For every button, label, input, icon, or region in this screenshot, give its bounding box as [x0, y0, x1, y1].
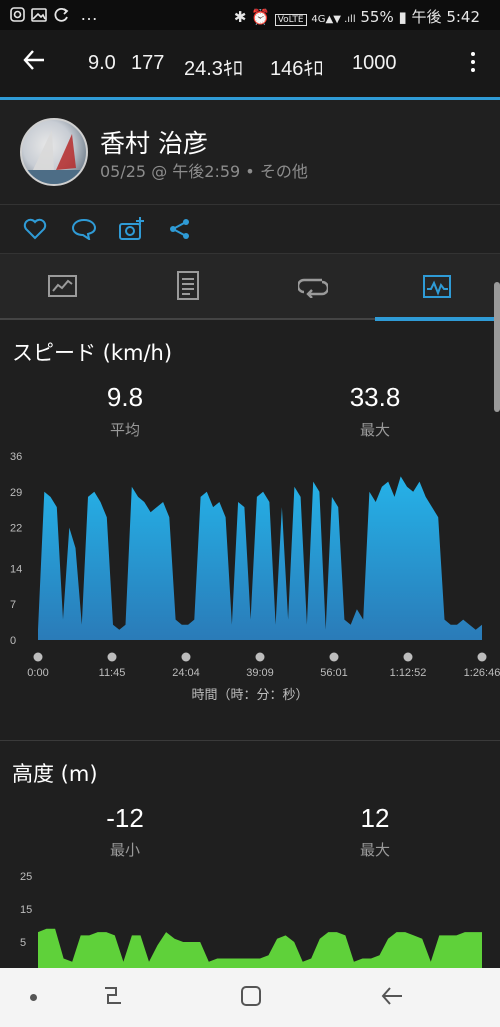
header-metric-5: 1000: [352, 52, 397, 74]
altitude-y-tick: 5: [20, 937, 26, 949]
dot-icon[interactable]: [30, 994, 37, 1001]
active-tab-indicator: [375, 317, 495, 321]
speed-x-tick-dot: [33, 652, 43, 662]
speed-y-tick: 0: [10, 635, 16, 647]
activity-date: 05/25 @ 午後2:59 • その他: [100, 162, 308, 181]
home-icon[interactable]: [240, 985, 262, 1012]
speed-chart: 36 29 22 14 7 0 0:00 11:45 24:04 39:09 56:01 1:12:5…: [10, 451, 500, 679]
battery-percent: 55%: [360, 8, 394, 26]
altitude-series-area: [38, 928, 482, 968]
speed-y-tick: 22: [10, 523, 22, 535]
chart-card-icon: [48, 275, 77, 297]
speed-y-tick: 14: [10, 563, 22, 575]
speed-series-area: [38, 476, 482, 640]
speed-x-tick-dot: [181, 652, 191, 662]
overflow-menu-icon[interactable]: [468, 52, 478, 76]
graph-icon: [423, 275, 451, 298]
speed-x-tick-label: 11:45: [99, 667, 126, 679]
header-metric-1: 9.0: [88, 52, 116, 74]
speed-x-tick-label: 56:01: [320, 667, 348, 679]
speed-x-tick-label: 0:00: [27, 667, 48, 679]
app-bar: [0, 30, 500, 98]
document-icon: [177, 271, 199, 300]
altitude-y-tick: 25: [20, 871, 32, 883]
speed-x-tick-label: 1:12:52: [390, 667, 427, 679]
add-photo-icon[interactable]: [118, 216, 146, 247]
alarm-icon: ⏰: [251, 8, 270, 26]
speed-x-tick-label: 39:09: [246, 667, 274, 679]
altitude-max-label: 最大: [359, 841, 390, 859]
status-right: ✱ ⏰ VoLTE 4G▲▼ .ıll 55% ▮ 午後 5:42: [234, 6, 480, 27]
athlete-name: 香村 治彦: [100, 129, 208, 158]
altitude-chart: 25 15 5: [20, 871, 482, 968]
speed-y-tick: 36: [10, 451, 22, 463]
tab-graphs[interactable]: [423, 275, 451, 304]
speed-x-axis-label: 時間（時：分：秒）: [191, 688, 309, 703]
tab-details[interactable]: [177, 271, 199, 306]
altitude-y-tick: 15: [20, 904, 32, 916]
speed-x-tick-dot: [107, 652, 117, 662]
speed-title: スピード (km/h): [12, 341, 173, 365]
speed-y-tick: 29: [10, 487, 22, 499]
gallery-icon: [31, 8, 47, 22]
back-nav-icon[interactable]: [380, 985, 404, 1012]
altitude-min-value: -12: [106, 803, 144, 833]
speed-max-label: 最大: [359, 421, 390, 439]
tab-laps[interactable]: [296, 276, 330, 303]
altitude-max-value: 12: [360, 803, 390, 833]
recents-icon[interactable]: [102, 985, 124, 1012]
speed-x-tick-label: 1:26:46: [464, 667, 500, 679]
altitude-title: 高度 (m): [12, 762, 98, 786]
speed-x-tick-label: 24:04: [172, 667, 200, 679]
speed-x-tick-dot: [477, 652, 487, 662]
signal-icon: 4G▲▼ .ıll: [311, 14, 356, 25]
comment-icon[interactable]: [71, 218, 97, 245]
clock: 午後 5:42: [411, 8, 480, 26]
header-metric-4: 146ｷﾛ: [270, 58, 324, 80]
back-button[interactable]: [22, 48, 46, 78]
sync-icon: [54, 7, 69, 22]
speed-x-tick-dot: [329, 652, 339, 662]
speed-y-tick: 7: [10, 599, 16, 611]
volte-icon: VoLTE: [274, 14, 307, 26]
status-bar: … ✱ ⏰ VoLTE 4G▲▼ .ıll 55% ▮ 午後 5:42: [0, 0, 500, 30]
speed-x-tick-dot: [403, 652, 413, 662]
avatar[interactable]: [20, 118, 88, 186]
altitude-min-label: 最小: [109, 841, 140, 859]
scrollbar[interactable]: [494, 282, 500, 412]
header-metric-3: 24.3ｷﾛ: [184, 58, 243, 80]
more-indicator: …: [80, 4, 98, 24]
speed-x-tick-dot: [255, 652, 265, 662]
speed-avg-value: 9.8: [106, 382, 144, 412]
share-icon[interactable]: [168, 218, 192, 245]
battery-icon: ▮: [398, 8, 407, 26]
like-icon[interactable]: [23, 218, 47, 245]
speed-max-value: 33.8: [349, 382, 401, 412]
bluetooth-icon: ✱: [233, 8, 247, 26]
section-divider: [0, 740, 500, 741]
speed-avg-label: 平均: [109, 421, 140, 439]
loop-icon: [296, 278, 330, 299]
instagram-icon: [10, 7, 25, 22]
arrow-left-icon: [23, 50, 44, 70]
tab-summary[interactable]: [48, 274, 78, 303]
header-metric-2: 177: [131, 52, 165, 74]
